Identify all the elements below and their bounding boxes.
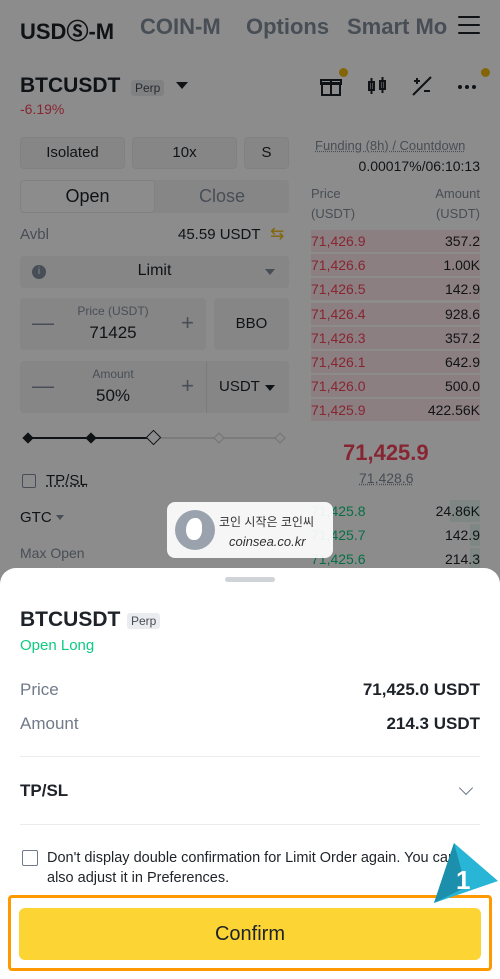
step-marker: 1 [434, 843, 498, 903]
price-value: 71,425.0 USDT [362, 680, 480, 699]
dont-show-again-label: Don't display double confirmation for Li… [47, 850, 457, 886]
order-side: Open Long [20, 637, 95, 654]
amount-label: Amount [20, 714, 79, 733]
dolphin-logo-icon [175, 510, 215, 550]
amount-value: 214.3 USDT [386, 714, 480, 733]
divider [20, 756, 480, 757]
sheet-symbol: BTCUSDT [20, 608, 121, 631]
confirm-button[interactable]: Confirm [19, 908, 481, 960]
tpsl-expander[interactable]: TP/SL [20, 781, 68, 801]
price-label: Price [20, 680, 59, 699]
chevron-down-icon[interactable] [458, 780, 474, 796]
watermark-slogan: 코인 시작은 코인씨 [219, 515, 314, 529]
step-number: 1 [456, 865, 470, 895]
dont-show-again-checkbox[interactable] [22, 850, 38, 866]
sheet-drag-handle[interactable] [225, 577, 275, 582]
sheet-perp-badge: Perp [127, 613, 161, 629]
watermark-url: coinsea.co.kr [229, 534, 306, 549]
divider [20, 824, 480, 825]
watermark: 코인 시작은 코인씨 coinsea.co.kr [167, 502, 333, 558]
